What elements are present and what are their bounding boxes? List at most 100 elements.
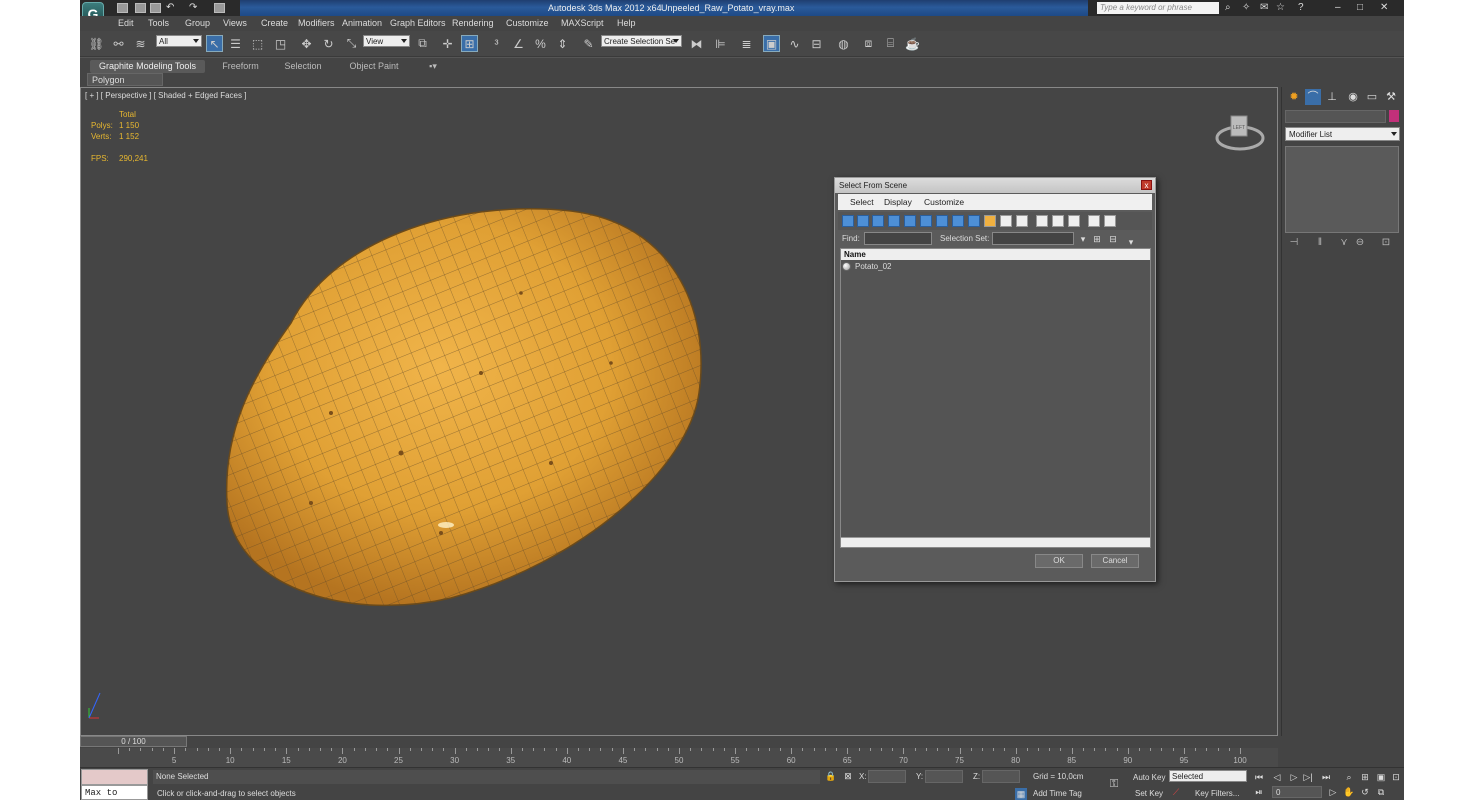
- tab-freeform[interactable]: Freeform: [213, 60, 268, 73]
- curve-editor-icon[interactable]: ∿: [786, 35, 803, 52]
- object-name-field[interactable]: [1285, 110, 1386, 123]
- configure-modifier-sets-icon[interactable]: ⊡: [1379, 237, 1393, 250]
- display-bones-icon[interactable]: [968, 215, 980, 227]
- bind-space-warp-icon[interactable]: ≋: [132, 35, 149, 52]
- dialog-close-button[interactable]: x: [1141, 180, 1152, 190]
- selection-set-dropdown[interactable]: [992, 232, 1074, 245]
- open-file-icon[interactable]: [135, 3, 146, 13]
- search-input[interactable]: Type a keyword or phrase: [1097, 2, 1219, 14]
- previous-frame-icon[interactable]: ◁: [1271, 771, 1283, 783]
- subscription-icon[interactable]: ✧: [1242, 2, 1250, 13]
- keyboard-shortcut-override-icon[interactable]: ⊞: [461, 35, 478, 52]
- time-slider[interactable]: 0 / 100: [80, 736, 1278, 748]
- favorites-icon[interactable]: ☆: [1276, 2, 1285, 13]
- potato-mesh[interactable]: [221, 203, 711, 608]
- move-icon[interactable]: ✥: [298, 35, 315, 52]
- unlink-icon[interactable]: ⚯: [110, 35, 127, 52]
- display-groups-icon[interactable]: [936, 215, 948, 227]
- ribbon-options-icon[interactable]: ▪▾: [424, 60, 442, 73]
- scale-icon[interactable]: ⤡: [343, 35, 360, 52]
- goto-end-icon[interactable]: ⏭: [1320, 771, 1332, 783]
- pin-stack-icon[interactable]: ⊣: [1287, 237, 1301, 250]
- set-key-mode-icon[interactable]: ⚿: [1108, 778, 1120, 790]
- menu-edit[interactable]: Edit: [118, 18, 134, 28]
- layer-manager-icon[interactable]: ≣: [738, 35, 755, 52]
- key-icon[interactable]: ⟋: [1170, 786, 1182, 798]
- edit-named-selection-icon[interactable]: ✎: [580, 35, 597, 52]
- menu-group[interactable]: Group: [185, 18, 210, 28]
- add-time-tag[interactable]: Add Time Tag: [1033, 789, 1082, 798]
- next-frame-icon[interactable]: ▷|: [1302, 771, 1314, 783]
- object-color-swatch[interactable]: [1389, 110, 1399, 122]
- create-selection-set-icon[interactable]: ⊞: [1091, 233, 1103, 245]
- reference-coordinate-dropdown[interactable]: View: [363, 35, 410, 47]
- auto-key-button[interactable]: Auto Key: [1133, 773, 1165, 782]
- field-of-view-icon[interactable]: ▷: [1327, 786, 1339, 798]
- dialog-menu-select[interactable]: Select: [850, 197, 874, 207]
- display-containers-icon[interactable]: [984, 215, 996, 227]
- z-coordinate-field[interactable]: [982, 770, 1020, 783]
- horizontal-scrollbar[interactable]: [841, 537, 1150, 547]
- communication-icon[interactable]: ✉: [1260, 2, 1268, 13]
- close-icon[interactable]: ✕: [1380, 2, 1388, 13]
- menu-animation[interactable]: Animation: [342, 18, 382, 28]
- ok-button[interactable]: OK: [1035, 554, 1083, 568]
- display-cameras-icon[interactable]: [888, 215, 900, 227]
- current-frame-field[interactable]: 0: [1272, 786, 1322, 798]
- undo-icon[interactable]: ↶: [166, 2, 174, 13]
- link-icon[interactable]: ⛓: [88, 35, 105, 52]
- modify-tab-icon[interactable]: ⌒: [1305, 89, 1321, 105]
- display-hidden-icon[interactable]: [1016, 215, 1028, 227]
- maxscript-input[interactable]: Max to Physc: [81, 785, 148, 800]
- polygon-modeling-panel[interactable]: Polygon Modeling: [87, 73, 163, 98]
- edit-selection-set-icon[interactable]: ⊟: [1107, 233, 1119, 245]
- hierarchy-tab-icon[interactable]: ⊥: [1324, 89, 1340, 105]
- remove-modifier-icon[interactable]: ⊖: [1353, 237, 1367, 250]
- menu-help[interactable]: Help: [617, 18, 636, 28]
- play-icon[interactable]: ▷: [1288, 771, 1300, 783]
- rotate-icon[interactable]: ↻: [320, 35, 337, 52]
- y-coordinate-field[interactable]: [925, 770, 963, 783]
- tab-object-paint[interactable]: Object Paint: [338, 60, 410, 73]
- menu-create[interactable]: Create: [261, 18, 288, 28]
- menu-graph-editors[interactable]: Graph Editors: [390, 18, 446, 28]
- display-xrefs-icon[interactable]: [952, 215, 964, 227]
- lock-selection-icon[interactable]: 🔒: [825, 770, 837, 782]
- set-key-button[interactable]: Set Key: [1135, 789, 1163, 798]
- goto-start-icon[interactable]: ⏮: [1253, 771, 1265, 783]
- display-invert-icon[interactable]: [1068, 215, 1080, 227]
- select-by-name-icon[interactable]: ☰: [227, 35, 244, 52]
- minimize-icon[interactable]: –: [1335, 2, 1341, 13]
- dialog-menu-customize[interactable]: Customize: [924, 197, 964, 207]
- display-geometry-icon[interactable]: [842, 215, 854, 227]
- select-object-icon[interactable]: ↖: [206, 35, 223, 52]
- make-unique-icon[interactable]: ⋎: [1337, 237, 1351, 250]
- graphite-toggle-icon[interactable]: ▣: [763, 35, 780, 52]
- selection-filter-dropdown[interactable]: All: [156, 35, 202, 47]
- motion-tab-icon[interactable]: ◉: [1345, 89, 1361, 105]
- display-shapes-icon[interactable]: [857, 215, 869, 227]
- menu-rendering[interactable]: Rendering: [452, 18, 494, 28]
- render-setup-icon[interactable]: ⧈: [860, 35, 877, 52]
- render-production-icon[interactable]: ☕: [904, 35, 921, 52]
- pan-icon[interactable]: ✋: [1343, 786, 1355, 798]
- menu-tools[interactable]: Tools: [148, 18, 169, 28]
- new-file-icon[interactable]: [117, 3, 128, 13]
- maximize-icon[interactable]: □: [1357, 2, 1363, 13]
- display-space-warps-icon[interactable]: [920, 215, 932, 227]
- percent-snap-icon[interactable]: %: [532, 35, 549, 52]
- tab-selection[interactable]: Selection: [278, 60, 328, 73]
- redo-icon[interactable]: ↷: [189, 2, 197, 13]
- zoom-all-icon[interactable]: ⊞: [1359, 771, 1371, 783]
- time-tag-icon[interactable]: ▦: [1015, 788, 1027, 800]
- sync-selection-icon[interactable]: [1088, 215, 1100, 227]
- menu-views[interactable]: Views: [223, 18, 247, 28]
- help-icon[interactable]: ?: [1298, 2, 1304, 13]
- viewcube[interactable]: LEFT: [1214, 112, 1266, 154]
- maxscript-mini-listener[interactable]: [81, 769, 148, 785]
- show-end-result-icon[interactable]: ‖: [1313, 237, 1327, 250]
- material-editor-icon[interactable]: ◍: [835, 35, 852, 52]
- scene-object-list[interactable]: Name Potato_02: [840, 248, 1151, 548]
- align-icon[interactable]: ⊫: [712, 35, 729, 52]
- named-selection-dropdown[interactable]: Create Selection Se: [601, 35, 682, 47]
